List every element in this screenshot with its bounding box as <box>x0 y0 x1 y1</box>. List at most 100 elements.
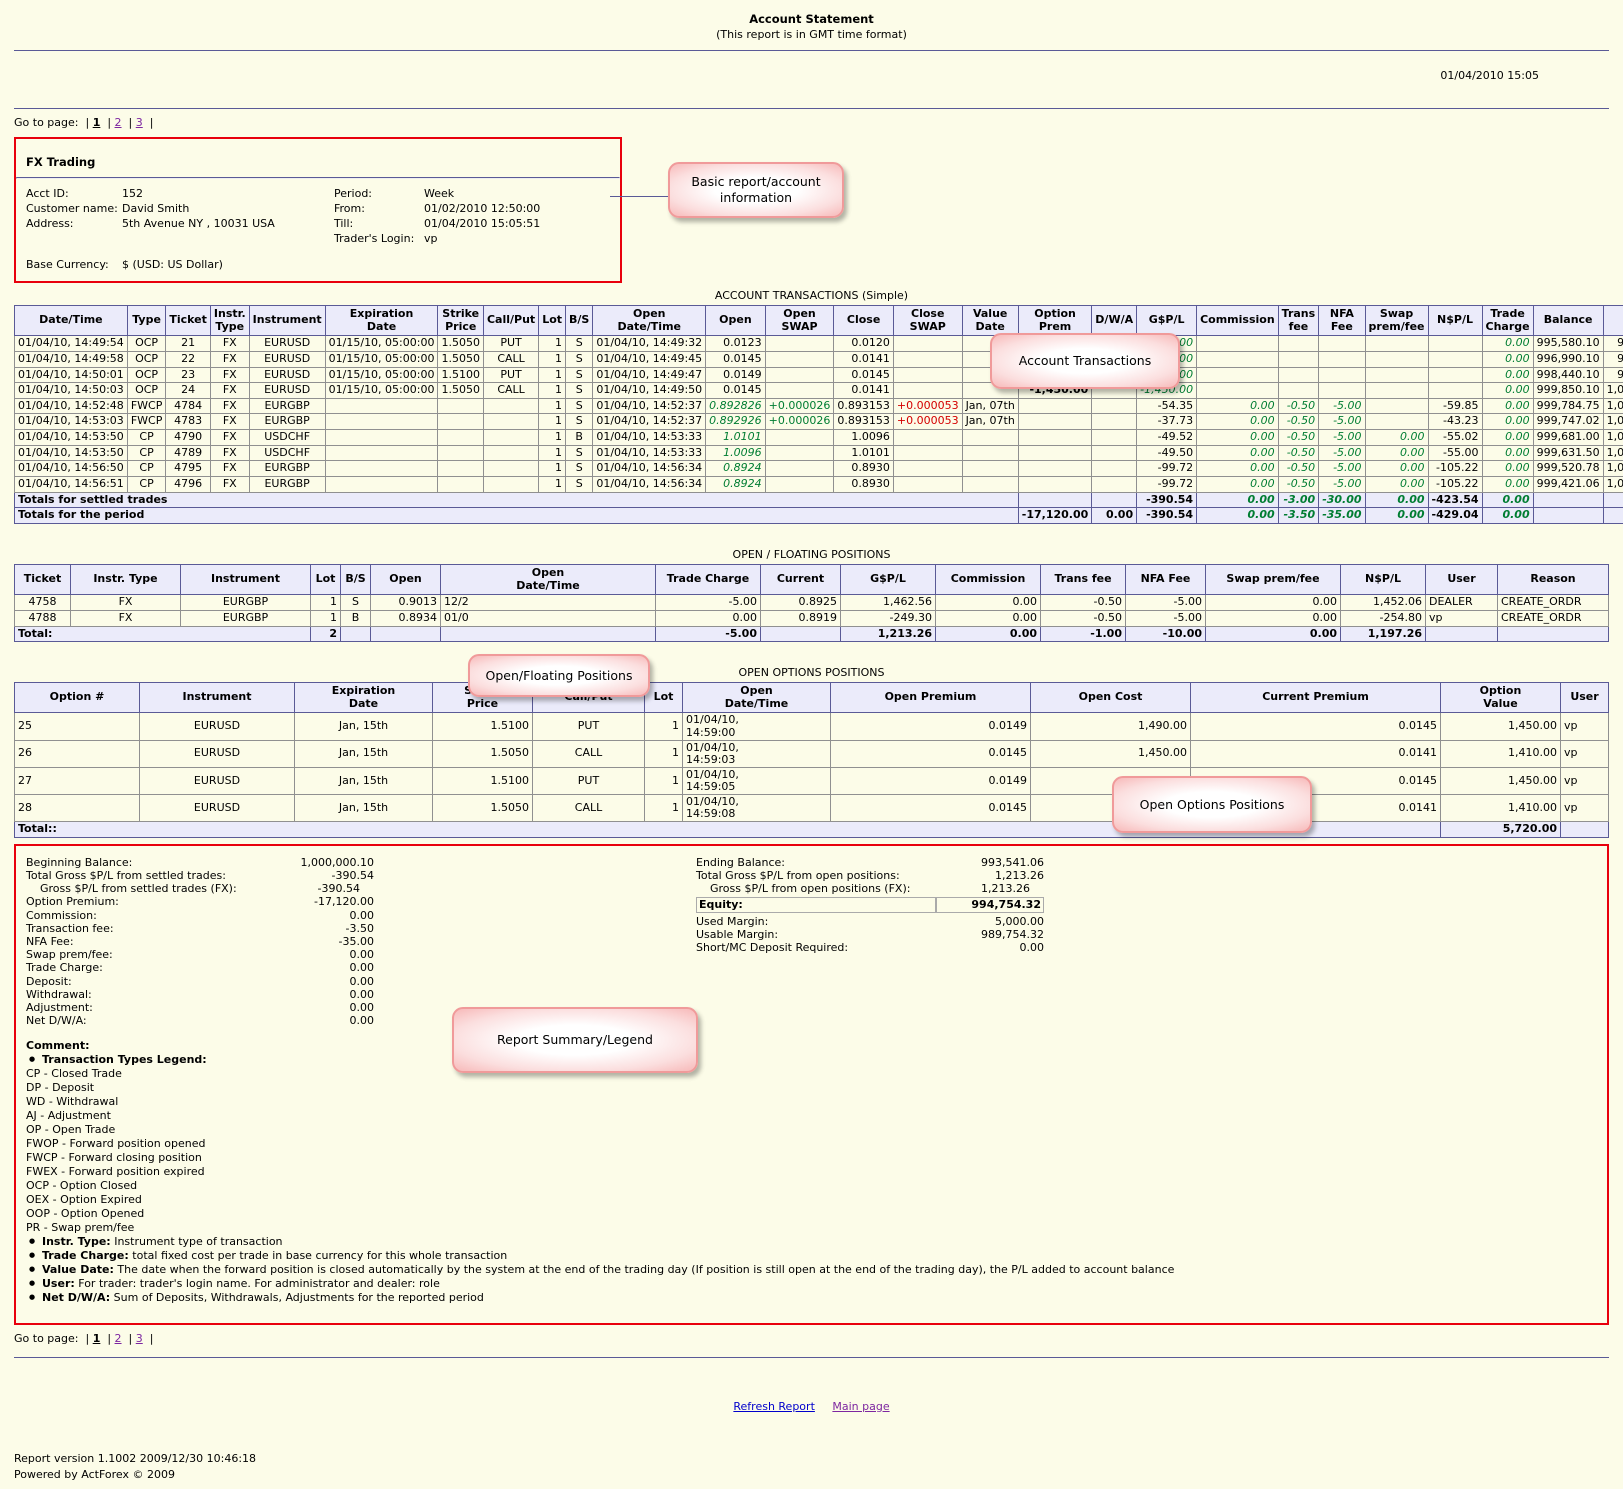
cell-trade-charge: 0.00 <box>1481 413 1534 431</box>
summary-left-row: Swap prem/fee: 0.00 <box>26 948 576 961</box>
cell-instr-type: FX <box>209 413 250 431</box>
main-page-link[interactable]: Main page <box>832 1400 889 1413</box>
cell-close-swap <box>892 382 963 399</box>
cell-exp-date <box>324 397 439 415</box>
cell-current-premium: 0.0145 <box>1190 712 1441 741</box>
cell-exp-date <box>324 413 439 431</box>
cell-reason: CREATE_ORDR <box>1497 609 1609 627</box>
cell-open-cost: 1,490.00 <box>1030 712 1191 741</box>
th-oo-open-cost: Open Cost <box>1030 682 1191 714</box>
pager-page-3[interactable]: 3 <box>136 116 143 129</box>
cell-strike: 1.5100 <box>437 366 484 384</box>
th-op-swap: Swap prem/fee <box>1205 563 1341 596</box>
report-title: Account Statement <box>749 12 874 26</box>
pager-top: Go to page: | 1 | 2 | 3 | <box>14 116 154 129</box>
cell-datetime: 01/04/10, 14:49:58 <box>14 350 128 368</box>
cell-trans-fee: -0.50 <box>1277 444 1320 462</box>
transaction-row: 01/04/10, 14:56:51 CP 4796 FX EURGBP 1 S 01/04… <box>14 476 1623 493</box>
open-options-header-row: Option # Instrument ExpirationDate Strik… <box>14 682 1609 714</box>
cell-instr-type: FX <box>209 397 250 415</box>
refresh-report-link[interactable]: Refresh Report <box>733 1400 815 1413</box>
cell-close: 0.0145 <box>833 366 894 384</box>
pager-bottom-page-3[interactable]: 3 <box>136 1332 143 1345</box>
cell-close-swap <box>892 444 963 462</box>
cell-lot: 1 <box>538 350 567 368</box>
cell-close: 0.893153 <box>833 413 894 431</box>
transaction-row: 01/04/10, 14:49:54 OCP 21 FX EURUSD 01/15/10,… <box>14 335 1623 352</box>
cell-instrument: USDCHF <box>248 429 326 446</box>
pager-bottom-page-2[interactable]: 2 <box>115 1332 122 1345</box>
total-nfa-fee: -10.00 <box>1125 625 1206 643</box>
totals-swap-prem: 0.00 <box>1364 507 1429 524</box>
cell-call-put: PUT <box>482 366 540 384</box>
callout-line-basic-info <box>610 196 668 197</box>
cell-open-dt: 01/04/10, 14:59:08 <box>682 794 831 823</box>
cell-commission: 0.00 <box>1196 476 1279 493</box>
cell-open-dt: 01/0 <box>440 609 656 627</box>
report-timestamp: 01/04/2010 15:05 <box>1440 68 1539 82</box>
th-balance: Balance <box>1532 304 1604 337</box>
open-options-body: 25 EURUSD Jan, 15th 1.5100 PUT 1 01/04/10, 14:5… <box>14 712 1609 838</box>
cell-value-date: Jan, 07th <box>961 397 1019 415</box>
cell-datetime: 01/04/10, 14:50:01 <box>14 366 128 384</box>
cell-open: 1.0096 <box>705 444 766 462</box>
summary-label: Total Gross $P/L from settled trades: <box>26 869 226 883</box>
cell-npl: -254.80 <box>1340 609 1426 627</box>
powered-by: Powered by ActForex © 2009 <box>14 1467 175 1481</box>
cell-type: OCP <box>126 366 167 384</box>
transaction-type-entry: OEX - Option Expired <box>26 1192 142 1206</box>
cell-close: 0.8930 <box>833 460 894 478</box>
total-open-dt <box>440 625 656 643</box>
cell-balance: 996,990.10 <box>1532 350 1604 368</box>
th-equity: Equity <box>1602 304 1623 337</box>
cell-instr-type: FX <box>209 335 250 352</box>
cell-open-dt: 01/04/10, 14:56:34 <box>592 476 707 493</box>
summary-right-row: Gross $P/L from open positions (FX): 1,21… <box>696 882 1044 895</box>
cell-commission: 0.00 <box>1196 397 1279 415</box>
pager-bottom-page-1[interactable]: 1 <box>93 1332 101 1345</box>
cell-lot: 1 <box>538 335 567 352</box>
totals-label: Totals for the period <box>14 507 1019 524</box>
cell-nfa-fee: -5.00 <box>1318 444 1366 462</box>
totals-trade-charge: 0.00 <box>1481 491 1534 509</box>
cell-close: 0.8930 <box>833 476 894 493</box>
open-position-row: 4788 FX EURGBP 1 B 0.8934 01/0 0.00 0.8919 -249.3… <box>14 609 1609 627</box>
cell-open-swap: +0.000026 <box>764 413 835 431</box>
callout-report-summary: Report Summary/Legend <box>452 1007 698 1073</box>
summary-label: Used Margin: <box>696 914 769 928</box>
cell-gpl: -54.35 <box>1136 397 1198 415</box>
th-strike: Strike Price <box>437 304 484 337</box>
cell-exp-date: 01/15/10, 05:00:00 <box>324 366 439 384</box>
transactions-caption: ACCOUNT TRANSACTIONS (Simple) <box>714 289 909 302</box>
cell-close-swap: +0.000053 <box>892 397 963 415</box>
cell-nfa-fee: -5.00 <box>1125 609 1206 627</box>
th-op-bs: B/S <box>340 563 371 596</box>
th-npl: N$P/L <box>1427 304 1483 337</box>
cell-balance: 999,520.78 <box>1532 460 1604 478</box>
cell-option-no: 27 <box>14 766 140 796</box>
legend-note-term: Trade Charge: <box>42 1248 129 1262</box>
pager-page-2[interactable]: 2 <box>115 116 122 129</box>
cell-instr-type: FX <box>209 429 250 446</box>
open-option-row: 27 EURUSD Jan, 15th 1.5100 PUT 1 01/04/10, 14:5… <box>14 766 1609 796</box>
cell-open-swap <box>764 350 835 368</box>
trading-group-title: FX Trading <box>26 155 96 169</box>
th-op-lot: Lot <box>310 563 341 596</box>
cell-option-no: 26 <box>14 739 140 768</box>
cell-value-date <box>961 444 1019 462</box>
cell-instrument: EURGBP <box>248 460 326 478</box>
transaction-type-entry: OCP - Option Closed <box>26 1178 138 1192</box>
cell-strike <box>437 429 484 446</box>
cell-equity: 999,769.70 <box>1602 366 1623 384</box>
cell-swap-prem: 0.00 <box>1364 444 1429 462</box>
cell-trans-fee: -0.50 <box>1277 460 1320 478</box>
cell-instrument: EURGBP <box>180 594 311 611</box>
pager-page-1[interactable]: 1 <box>93 116 101 129</box>
cell-datetime: 01/04/10, 14:56:50 <box>14 460 128 478</box>
cell-call-put <box>482 476 540 493</box>
totals-swap-prem: 0.00 <box>1364 491 1429 509</box>
cell-npl: -55.00 <box>1427 444 1483 462</box>
cell-strike: 1.5100 <box>432 766 533 796</box>
cell-bs: S <box>565 413 594 431</box>
cell-instrument: USDCHF <box>248 444 326 462</box>
